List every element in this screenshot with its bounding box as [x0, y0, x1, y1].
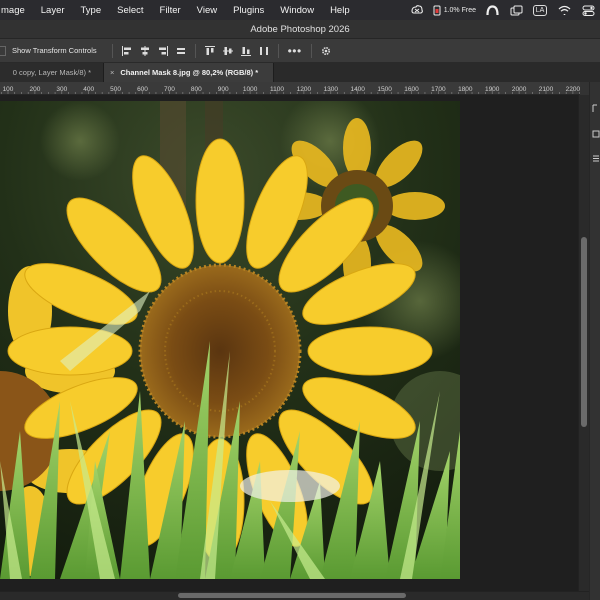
window-title: Adobe Photoshop 2026: [250, 23, 350, 35]
sunflower-photo: [0, 101, 460, 579]
panel-icon[interactable]: [592, 104, 600, 113]
document-tab-label: 0 copy, Layer Mask/8) *: [12, 68, 91, 77]
menu-select[interactable]: Select: [109, 5, 151, 16]
options-separator: [277, 43, 279, 58]
window-title-bar: Adobe Photoshop 2026: [0, 20, 600, 39]
show-transform-controls-checkbox[interactable]: [0, 45, 6, 56]
panel-icon[interactable]: [592, 154, 600, 163]
input-source-indicator[interactable]: LA: [528, 0, 552, 20]
close-tab-icon[interactable]: ×: [110, 68, 114, 77]
align-vertical-centers-icon[interactable]: [172, 42, 190, 60]
show-transform-controls-label: Show Transform Controls: [12, 46, 97, 55]
wifi-icon[interactable]: [552, 0, 576, 20]
creative-cloud-icon[interactable]: [405, 0, 429, 20]
ruler-ticks: 100 200 300 400 500 600 700 800 900 1000 1100 1200 1…: [0, 86, 580, 94]
memory-chip-icon: [433, 5, 441, 15]
menu-layer[interactable]: Layer: [33, 5, 73, 16]
document-tab-active[interactable]: × Channel Mask 8.jpg @ 80,2% (RGB/8) *: [104, 63, 274, 82]
align-top-edges-icon[interactable]: [201, 42, 219, 60]
vertical-scroll-thumb[interactable]: [581, 237, 587, 427]
memory-status[interactable]: 1.0% Free: [429, 5, 480, 16]
menu-image[interactable]: mage: [0, 5, 33, 16]
canvas-area[interactable]: [0, 95, 578, 591]
menubar-status-area: 1.0% Free LA: [405, 0, 600, 20]
menu-bar: mage Layer Type Select Filter View Plugi…: [0, 0, 600, 20]
right-panel-edge: [589, 82, 600, 600]
arc-icon[interactable]: [480, 0, 504, 20]
menu-view[interactable]: View: [189, 5, 225, 16]
control-center-icon[interactable]: [576, 0, 600, 20]
input-source-label: LA: [532, 4, 548, 16]
align-left-edges-icon[interactable]: [118, 42, 136, 60]
horizontal-scrollbar[interactable]: [0, 591, 589, 600]
document-image[interactable]: [0, 101, 460, 579]
gear-icon[interactable]: [317, 42, 335, 60]
options-separator: [111, 43, 113, 58]
memory-free-label: 1.0% Free: [443, 6, 476, 14]
align-middle-icon[interactable]: [219, 42, 237, 60]
horizontal-ruler[interactable]: 100 200 300 400 500 600 700 800 900 1000 1100 1200 1…: [0, 82, 580, 95]
panel-icon[interactable]: [592, 130, 600, 139]
options-bar: Show Transform Controls •••: [0, 39, 600, 63]
document-tab[interactable]: 0 copy, Layer Mask/8) *: [0, 63, 104, 82]
distribute-icon[interactable]: [255, 42, 273, 60]
menu-type[interactable]: Type: [73, 5, 110, 16]
window-switcher-icon[interactable]: [504, 0, 528, 20]
more-options-button[interactable]: •••: [284, 45, 306, 57]
document-tab-bar: 0 copy, Layer Mask/8) * × Channel Mask 8…: [0, 63, 600, 82]
document-tab-label: Channel Mask 8.jpg @ 80,2% (RGB/8) *: [120, 68, 259, 77]
menu-help[interactable]: Help: [322, 5, 358, 16]
options-separator: [310, 43, 312, 58]
align-bottom-edges-icon[interactable]: [237, 42, 255, 60]
menu-window[interactable]: Window: [272, 5, 322, 16]
align-right-edges-icon[interactable]: [154, 42, 172, 60]
menu-plugins[interactable]: Plugins: [225, 5, 272, 16]
horizontal-scroll-thumb[interactable]: [178, 593, 406, 598]
align-horizontal-centers-icon[interactable]: [136, 42, 154, 60]
options-separator: [194, 43, 196, 58]
vertical-scrollbar[interactable]: [578, 95, 589, 591]
menu-filter[interactable]: Filter: [152, 5, 189, 16]
